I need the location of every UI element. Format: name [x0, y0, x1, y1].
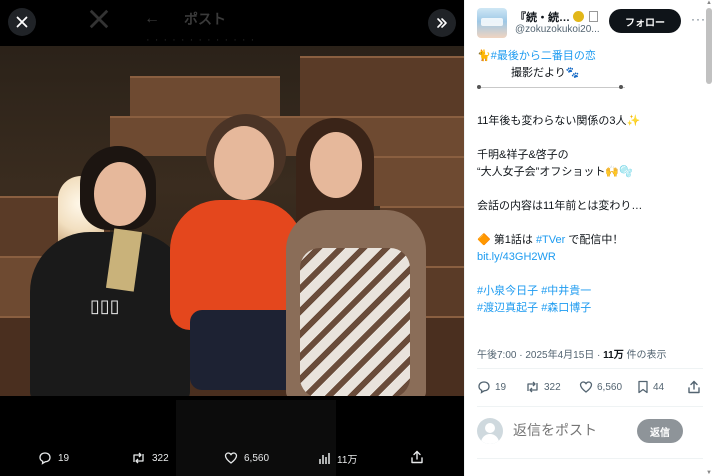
scroll-up-arrow-icon[interactable]: ▲	[706, 0, 712, 6]
author-name-row[interactable]: 『続・続…	[515, 9, 599, 25]
post-line-7-prefix: 🔶 第1話は	[477, 234, 536, 246]
close-viewer-button[interactable]	[8, 8, 36, 36]
views-count: 11万	[603, 350, 624, 361]
repost-button[interactable]: 322	[525, 380, 561, 394]
bitly-link[interactable]: bit.ly/43GH2WR	[477, 249, 703, 266]
viewer-action-bar: 19 322 6,560 11万	[0, 440, 464, 476]
post-decorative-rule	[477, 84, 703, 90]
post-line-6: 会話の内容は11年前とは変わり…	[477, 200, 643, 212]
x-logo-icon	[89, 9, 109, 29]
scroll-down-arrow-icon[interactable]: ▼	[706, 470, 712, 476]
viewer-repost-count: 322	[152, 452, 169, 464]
user-avatar[interactable]	[477, 418, 503, 444]
close-icon	[16, 16, 28, 28]
divider	[477, 458, 703, 459]
views-bar-chart-icon	[319, 453, 330, 464]
affiliate-badge-icon	[589, 11, 599, 22]
post-line-3: 11年後も変わらない関係の3人✨	[477, 115, 641, 127]
viewer-views-button[interactable]: 11万	[318, 451, 357, 466]
author-avatar[interactable]	[477, 8, 507, 38]
heart-icon	[579, 381, 593, 393]
author-name[interactable]: 『続・続…	[515, 12, 570, 24]
views-label: 件の表示	[623, 350, 667, 361]
post-line-subtitle: 撮影だより🐾	[511, 67, 580, 79]
post-body: 🐈#最後から二番目の恋 撮影だより🐾 11年後も変わらない関係の3人✨ 千明&祥…	[477, 48, 703, 317]
verified-badge-icon	[573, 11, 584, 22]
hashtag-link[interactable]: #中井貴一	[541, 285, 591, 297]
viewer-views-count: 11万	[337, 455, 358, 466]
share-icon	[688, 380, 700, 394]
reply-icon	[39, 452, 51, 465]
post-line-hashtag-title[interactable]: 🐈#最後から二番目の恋	[477, 48, 703, 65]
background-handle-ghost: · · · · · · · · · · · · ·	[146, 34, 256, 46]
bookmark-icon	[638, 380, 648, 394]
post-line-7: 🔶 第1話は #TVer で配信中！	[477, 232, 703, 249]
follow-button[interactable]: フォロー	[609, 9, 681, 33]
viewer-like-count: 6,560	[244, 452, 270, 464]
repost-icon	[133, 452, 144, 464]
post-detail-panel: 『続・続… @zokuzokukoi20... フォロー ··· 🐈#最後から二…	[464, 0, 714, 476]
bookmark-count: 44	[653, 381, 665, 393]
hashtag-link[interactable]: #森口博子	[541, 302, 591, 314]
viewer-reply-count: 19	[58, 452, 70, 464]
reply-submit-button[interactable]: 返信	[637, 419, 683, 443]
divider	[477, 368, 703, 369]
post-author-header: 『続・続… @zokuzokukoi20... フォロー ···	[477, 8, 705, 40]
scrollbar-thumb[interactable]	[706, 8, 712, 84]
hashtag-row-1: #小泉今日子 #中井貴一	[477, 283, 703, 300]
post-action-bar: 19 322 6,560 44	[477, 378, 703, 400]
reply-button[interactable]: 19	[477, 380, 506, 394]
back-arrow-icon: ←	[144, 10, 160, 27]
post-photo[interactable]: ▯▯▯	[0, 46, 464, 396]
like-count: 6,560	[597, 381, 623, 393]
post-line-5: “大人女子会”オフショット🙌🫧	[477, 166, 633, 178]
viewer-share-button[interactable]	[410, 450, 424, 464]
media-viewer: ← ポスト · · · · · · · · · · · · · ▯▯▯ 19 3…	[0, 0, 464, 476]
viewer-repost-button[interactable]: 322	[131, 451, 169, 465]
hashtag-link[interactable]: #小泉今日子	[477, 285, 538, 297]
author-handle[interactable]: @zokuzokukoi20...	[515, 24, 600, 35]
hashtag-row-2: #渡辺真起子 #森口博子	[477, 300, 703, 317]
share-button[interactable]	[687, 380, 701, 394]
viewer-like-button[interactable]: 6,560	[224, 451, 269, 465]
more-options-icon[interactable]: ···	[691, 12, 705, 26]
reply-count: 19	[495, 381, 507, 393]
heart-icon	[224, 452, 238, 464]
app-root: ← ポスト · · · · · · · · · · · · · ▯▯▯ 19 3…	[0, 0, 714, 476]
post-timestamp[interactable]: 午後7:00 · 2025年4月15日 ·	[477, 350, 603, 361]
share-icon	[411, 450, 423, 464]
collapse-panel-button[interactable]	[428, 9, 456, 37]
background-page-title: ポスト	[184, 11, 226, 27]
reply-input[interactable]	[513, 422, 633, 438]
hashtag-link[interactable]: #渡辺真起子	[477, 302, 538, 314]
post-line-7-suffix: で配信中！	[565, 234, 624, 246]
reply-icon	[478, 381, 490, 394]
double-chevron-right-icon	[437, 18, 447, 28]
repost-icon	[527, 381, 538, 393]
post-metadata: 午後7:00 · 2025年4月15日 · 11万 件の表示	[477, 346, 667, 361]
tver-hashtag-link[interactable]: #TVer	[536, 234, 565, 246]
like-button[interactable]: 6,560	[579, 380, 622, 394]
reply-composer: 返信	[477, 414, 703, 450]
viewer-header: ← ポスト · · · · · · · · · · · · ·	[0, 0, 464, 46]
divider	[477, 406, 703, 407]
viewer-reply-button[interactable]: 19	[38, 451, 69, 465]
post-line-4: 千明&祥子&啓子の	[477, 149, 569, 161]
bookmark-button[interactable]: 44	[637, 380, 664, 394]
repost-count: 322	[544, 381, 561, 393]
